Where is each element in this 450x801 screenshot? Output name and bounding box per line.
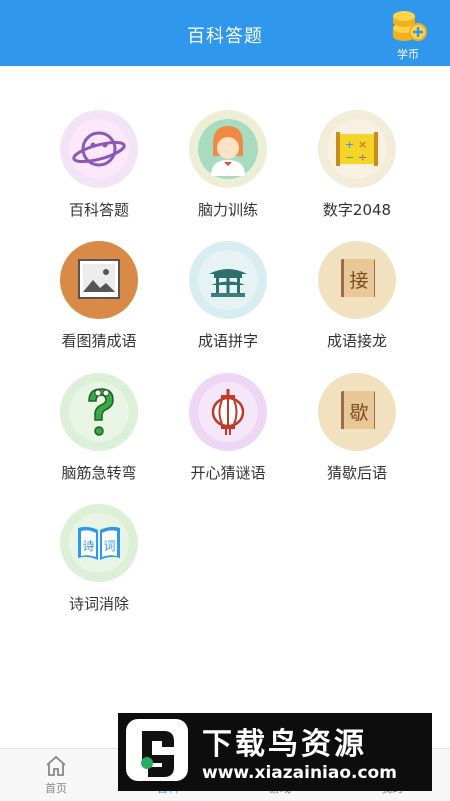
book-char: 接 [349, 270, 368, 292]
svg-text:+: + [345, 138, 354, 151]
category-label: 看图猜成语 [61, 332, 137, 350]
category-label: 诗词消除 [68, 595, 129, 613]
category-icon-bg: 歇 [318, 373, 396, 451]
category-item[interactable]: 百科答题 [39, 110, 159, 235]
category-icon-bg: 接 [318, 241, 396, 319]
question-mark-icon [69, 382, 129, 442]
watermark-brand: 下载鸟资源 [202, 727, 367, 762]
lantern-icon [198, 382, 258, 442]
category-item[interactable]: 看图猜成语 [39, 241, 159, 366]
tab-label: 首页 [45, 782, 67, 795]
planet-icon [69, 119, 129, 179]
category-label: 脑力训练 [197, 201, 258, 219]
category-icon-bg [189, 241, 267, 319]
category-label: 脑筋急转弯 [61, 464, 137, 482]
app-header: 百科答题 学币 [0, 0, 450, 66]
category-icon-bg: 诗 词 [60, 504, 138, 582]
tab-home[interactable]: 首页 [0, 749, 112, 801]
watermark-banner: 下载鸟资源 www.xiazainiao.com [118, 713, 432, 791]
category-item[interactable]: 歇 猜歇后语 [297, 373, 417, 498]
category-item[interactable]: 开心猜谜语 [168, 373, 288, 498]
category-item[interactable]: 脑筋急转弯 [39, 373, 159, 498]
poetry-char-left: 诗 [82, 539, 94, 553]
page-title: 百科答题 [187, 26, 263, 47]
category-item[interactable]: + × − ÷ 数字2048 [297, 110, 417, 235]
category-item[interactable]: 接 成语接龙 [297, 241, 417, 366]
svg-text:÷: ÷ [358, 151, 367, 164]
coins-button[interactable]: 学币 [388, 10, 428, 61]
category-label: 猜歇后语 [326, 464, 387, 482]
book-xie-icon: 歇 [341, 391, 375, 433]
person-icon [198, 119, 258, 179]
coins-label: 学币 [397, 48, 419, 61]
category-item[interactable]: 成语拼字 [168, 241, 288, 366]
svg-text:×: × [358, 138, 367, 151]
book-char: 歇 [349, 402, 368, 424]
category-label: 成语接龙 [326, 332, 387, 350]
category-icon-bg [60, 373, 138, 451]
category-label: 数字2048 [322, 201, 392, 219]
svg-text:−: − [345, 151, 354, 164]
category-icon-bg [60, 241, 138, 319]
category-item[interactable]: 诗 词 诗词消除 [39, 504, 159, 629]
book-jie-icon: 接 [341, 259, 375, 301]
bird-logo-icon [126, 719, 188, 781]
category-label: 开心猜谜语 [190, 464, 266, 482]
category-label: 成语拼字 [197, 332, 258, 350]
category-icon-bg [189, 373, 267, 451]
category-icon-bg [189, 110, 267, 188]
poetry-char-right: 词 [103, 539, 115, 553]
math-board-icon: + × − ÷ [327, 119, 387, 179]
category-icon-bg: + × − ÷ [318, 110, 396, 188]
category-icon-bg [60, 110, 138, 188]
watermark-url: www.xiazainiao.com [202, 763, 397, 783]
category-item[interactable]: 脑力训练 [168, 110, 288, 235]
coins-icon [393, 11, 427, 41]
poetry-book-icon: 诗 词 [69, 513, 129, 573]
pavilion-icon [198, 250, 258, 310]
picture-icon [78, 259, 120, 299]
home-icon [46, 755, 66, 776]
category-label: 百科答题 [68, 201, 129, 219]
